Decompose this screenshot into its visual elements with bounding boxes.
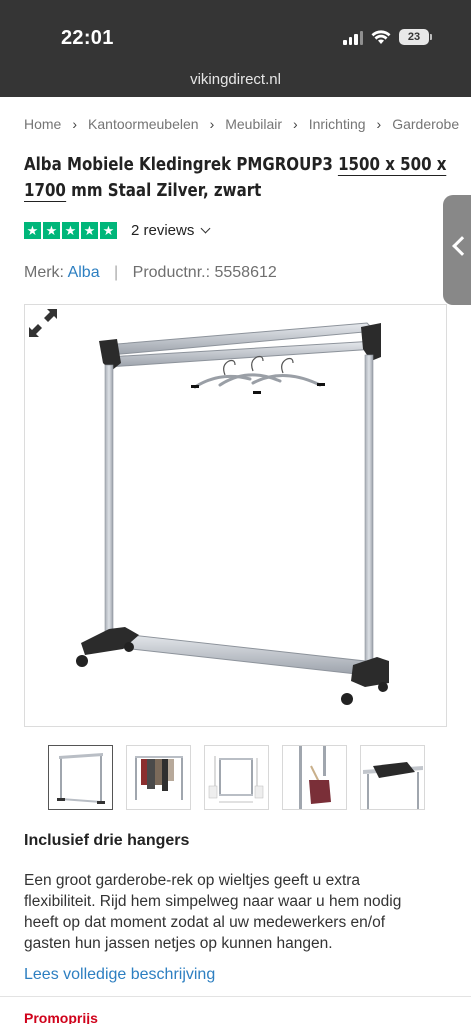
title-text: Alba Mobiele Kledingrek PMGROUP3	[24, 155, 339, 175]
status-icons: 23	[343, 29, 432, 45]
thumbnail-rack-dimensions[interactable]	[204, 745, 269, 810]
brand-label: Merk:	[24, 264, 64, 281]
product-number-label: Productnr.:	[132, 264, 211, 281]
rating-summary[interactable]: ★ ★ ★ ★ ★ 2 reviews	[24, 222, 211, 239]
thumbnail-rack-front[interactable]	[48, 745, 113, 810]
battery-icon: 23	[399, 29, 432, 45]
rack-with-bag-thumbnail	[299, 746, 331, 809]
rack-dimensions-thumbnail	[208, 756, 264, 803]
product-image-gallery[interactable]	[24, 304, 447, 727]
chevron-right-icon: ›	[293, 116, 298, 132]
rack-front-thumbnail	[57, 753, 105, 804]
reviews-count[interactable]: 2 reviews	[131, 222, 194, 239]
star-icon: ★	[81, 222, 98, 239]
clock: 22:01	[61, 27, 114, 49]
product-number: 5558612	[214, 264, 277, 281]
star-icon: ★	[24, 222, 41, 239]
thumbnail-rack-with-clothes[interactable]	[126, 745, 191, 810]
read-more-link[interactable]: Lees volledige beschrijving	[24, 966, 215, 984]
product-title: Alba Mobiele Kledingrek PMGROUP3 1500 x …	[24, 152, 454, 204]
promo-price-label: Promoprijs	[24, 1010, 98, 1024]
breadcrumb-meubilair[interactable]: Meubilair	[225, 116, 282, 132]
breadcrumb-home[interactable]: Home	[24, 116, 61, 132]
browser-chrome: 22:01 23 vikingdirect.nl	[0, 0, 471, 97]
meta-divider: |	[114, 264, 119, 281]
brand-link[interactable]: Alba	[68, 264, 100, 281]
expand-icon[interactable]	[25, 305, 61, 341]
star-icon: ★	[100, 222, 117, 239]
star-icon: ★	[62, 222, 79, 239]
thumbnail-rack-with-bag[interactable]	[282, 745, 347, 810]
rack-with-clothes-thumbnail	[135, 756, 183, 800]
breadcrumb-inrichting[interactable]: Inrichting	[309, 116, 366, 132]
description-heading: Inclusief drie hangers	[24, 832, 190, 849]
title-dimensions-link-2[interactable]: 1700	[24, 181, 66, 202]
rack-shelf-detail-thumbnail	[363, 762, 423, 809]
chevron-down-icon[interactable]	[200, 223, 211, 234]
title-text-2: mm Staal Zilver, zwart	[65, 181, 262, 201]
cellular-signal-icon	[343, 30, 363, 45]
chevron-right-icon: ›	[376, 116, 382, 132]
chevron-right-icon: ›	[209, 116, 215, 132]
address-bar[interactable]: vikingdirect.nl	[0, 71, 471, 88]
thumbnail-strip	[48, 745, 425, 810]
breadcrumb-garderobe[interactable]: Garderobe	[392, 116, 459, 132]
side-panel-tab[interactable]	[443, 195, 471, 305]
section-divider	[0, 996, 471, 997]
wifi-icon	[371, 29, 391, 44]
star-icon: ★	[43, 222, 60, 239]
breadcrumb-kantoormeubelen[interactable]: Kantoormeubelen	[88, 116, 199, 132]
chevron-left-icon	[452, 236, 471, 256]
chevron-right-icon: ›	[72, 116, 78, 132]
trustpilot-stars: ★ ★ ★ ★ ★	[24, 222, 117, 239]
thumbnail-rack-shelf-detail[interactable]	[360, 745, 425, 810]
product-image	[76, 322, 389, 705]
breadcrumb: Home › Kantoormeubelen › Meubilair › Inr…	[24, 116, 459, 132]
title-dimensions-link[interactable]: 1500 x 500 x	[338, 155, 447, 176]
product-meta: Merk: Alba | Productnr.: 5558612	[24, 264, 277, 282]
description-text: Een groot garderobe-rek op wieltjes geef…	[24, 872, 402, 952]
